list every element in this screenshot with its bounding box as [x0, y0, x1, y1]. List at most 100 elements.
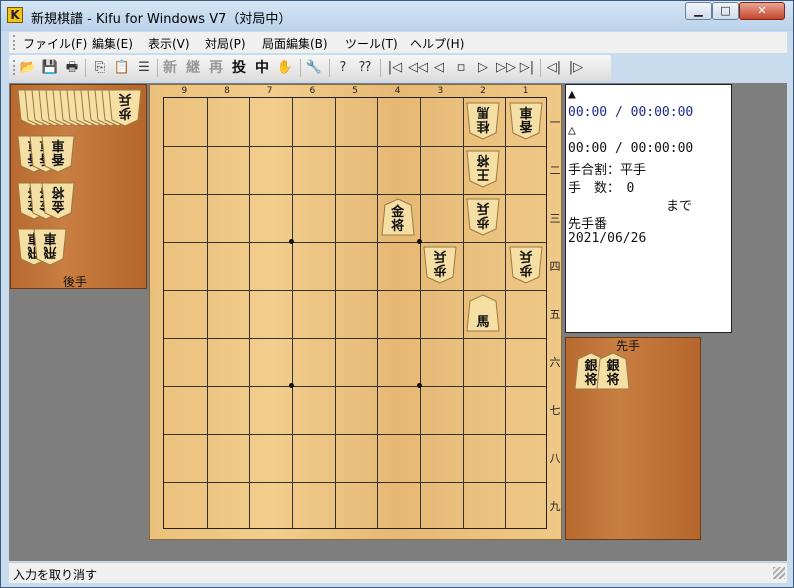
board-piece[interactable]: 王将 — [466, 150, 500, 188]
window-title: 新規棋譜 - Kifu for Windows V7（対局中） — [31, 12, 292, 27]
query-icon[interactable]: ⁇ — [356, 59, 374, 77]
sente-hand-area[interactable]: 先手 銀将銀将 — [565, 337, 701, 540]
hand-icon[interactable]: ✋ — [276, 59, 294, 77]
file-label: 8 — [224, 86, 230, 96]
menu-item[interactable]: 編集(E) — [92, 35, 133, 52]
resize-grip-icon[interactable] — [773, 567, 785, 579]
mode-button[interactable]: 中 — [253, 59, 271, 77]
menu-item[interactable]: ファイル(F) — [23, 35, 87, 52]
star-point — [417, 383, 422, 388]
back-icon[interactable]: ◁ — [430, 59, 448, 77]
mode-button[interactable]: 投 — [230, 59, 248, 77]
grid-line — [164, 242, 546, 243]
sente-mark: ▲ — [568, 87, 576, 102]
menu-bar: ファイル(F) 編集(E) 表示(V) 対局(P) 局面編集(B) ツール(T) ヘルプ(H… — [9, 32, 787, 53]
rank-label: 六 — [549, 356, 561, 369]
gote-hand-piece[interactable]: 香車 — [41, 135, 75, 173]
back-10-icon[interactable]: ◁◁ — [408, 59, 428, 77]
file-label: 3 — [437, 86, 444, 96]
branch-next-icon[interactable]: |▷ — [567, 59, 585, 77]
paste-icon[interactable]: 📋 — [113, 59, 131, 77]
board-piece[interactable]: 歩兵 — [423, 246, 457, 284]
gote-hand-piece[interactable]: 歩兵 — [108, 89, 142, 127]
mode-button[interactable]: 継 — [184, 59, 202, 77]
help-icon[interactable]: ? — [334, 59, 352, 77]
minimize-button[interactable]: ▁ — [685, 2, 712, 20]
menu-item[interactable]: ヘルプ(H) — [410, 35, 464, 52]
sente-hand-piece[interactable]: 銀将 — [596, 352, 630, 390]
star-point — [289, 383, 294, 388]
mode-button[interactable]: 新 — [161, 59, 179, 77]
toolbar-grip[interactable] — [13, 60, 17, 75]
file-label: 5 — [352, 86, 358, 96]
gote-hand-piece[interactable]: 飛車 — [33, 228, 67, 266]
star-point — [289, 239, 294, 244]
grid-line — [292, 98, 293, 528]
status-bar: 入力を取り消す — [9, 562, 787, 583]
gote-mark: △ — [568, 123, 576, 138]
first-move-icon[interactable]: |◁ — [386, 59, 404, 77]
save-icon[interactable]: 💾 — [41, 59, 59, 77]
move-count-text: 手 数： 0 — [568, 181, 635, 196]
star-point — [417, 239, 422, 244]
toolbar-separator — [85, 59, 86, 77]
wrench-icon[interactable]: 🔧 — [305, 59, 323, 77]
rank-label: 四 — [549, 260, 561, 273]
rank-label: 三 — [549, 212, 561, 225]
menu-item[interactable]: 表示(V) — [148, 35, 190, 52]
gote-hand-piece[interactable]: 金将 — [41, 182, 75, 220]
copy-icon[interactable]: ⎘ — [91, 59, 109, 77]
mode-button[interactable]: 再 — [207, 59, 225, 77]
grid-line — [164, 146, 546, 147]
last-move-icon[interactable]: ▷| — [518, 59, 536, 77]
menu-grip[interactable] — [13, 35, 17, 50]
title-bar[interactable]: K 新規棋譜 - Kifu for Windows V7（対局中） ▁ □ ✕ — [1, 1, 793, 31]
rank-label: 八 — [549, 452, 561, 465]
file-label: 9 — [181, 86, 188, 96]
rank-label: 一 — [549, 116, 561, 129]
app-icon[interactable]: K — [7, 7, 23, 23]
sente-clock: 00:00 / 00:00:00 — [568, 105, 694, 120]
toolbar: 📂 💾 🖶 ⎘ 📋 ☰ 新継再投中 ✋ 🔧? ⁇ |◁ ◁◁ ◁ ▫ ▷ ▷▷ ▷| ◁| |▷ — [9, 55, 611, 81]
grid-line — [462, 98, 464, 528]
toolbar-separator — [157, 59, 158, 77]
toolbar-separator — [380, 59, 381, 77]
forward-10-icon[interactable]: ▷▷ — [496, 59, 516, 77]
board-piece[interactable]: 歩兵 — [509, 246, 543, 284]
grid-line — [164, 434, 546, 435]
turn-text: 先手番 — [568, 217, 608, 232]
forward-icon[interactable]: ▷ — [474, 59, 492, 77]
grid-line — [249, 98, 251, 528]
toolbar-separator — [329, 59, 330, 77]
grid-line — [334, 98, 336, 528]
gote-hand-label: 後手 — [63, 275, 88, 289]
menu-item[interactable]: 局面編集(B) — [262, 35, 328, 52]
status-text: 入力を取り消す — [13, 568, 98, 582]
board-piece[interactable]: 歩兵 — [466, 198, 500, 236]
gote-hand-area[interactable]: 後手 歩兵歩兵歩兵歩兵歩兵歩兵歩兵歩兵歩兵歩兵歩兵歩兵歩兵歩兵香車香車香車金将金… — [10, 84, 147, 289]
menu-item[interactable]: 対局(P) — [205, 35, 246, 52]
open-icon[interactable]: 📂 — [19, 59, 37, 77]
made-text: まで — [666, 199, 693, 214]
gote-clock: 00:00 / 00:00:00 — [568, 141, 694, 156]
grid-line — [164, 338, 546, 339]
grid-line — [164, 290, 546, 291]
rank-label: 九 — [549, 500, 561, 513]
grid-line — [206, 98, 208, 528]
board-piece[interactable]: 金将 — [381, 198, 415, 236]
branch-prev-icon[interactable]: ◁| — [545, 59, 563, 77]
menu-item[interactable]: ツール(T) — [345, 35, 398, 52]
file-label: 1 — [522, 86, 529, 96]
print-icon[interactable]: 🖶 — [63, 59, 81, 77]
grid-line — [164, 194, 546, 195]
notes-icon[interactable]: ☰ — [135, 59, 153, 77]
board-piece[interactable]: 香車 — [509, 102, 543, 140]
board-piece[interactable]: 桂馬 — [466, 102, 500, 140]
grid-line — [420, 98, 421, 528]
stop-icon[interactable]: ▫ — [452, 59, 470, 77]
maximize-button[interactable]: □ — [712, 2, 739, 20]
board-piece[interactable]: 馬 — [466, 294, 500, 332]
close-button[interactable]: ✕ — [739, 2, 785, 20]
shogi-board[interactable]: 987654321一二三四五六七八九桂馬香車王将歩兵金将歩兵歩兵馬 — [149, 84, 562, 540]
game-info-panel: ▲ 00:00 / 00:00:00 △ 00:00 / 00:00:00 手合… — [565, 84, 732, 333]
